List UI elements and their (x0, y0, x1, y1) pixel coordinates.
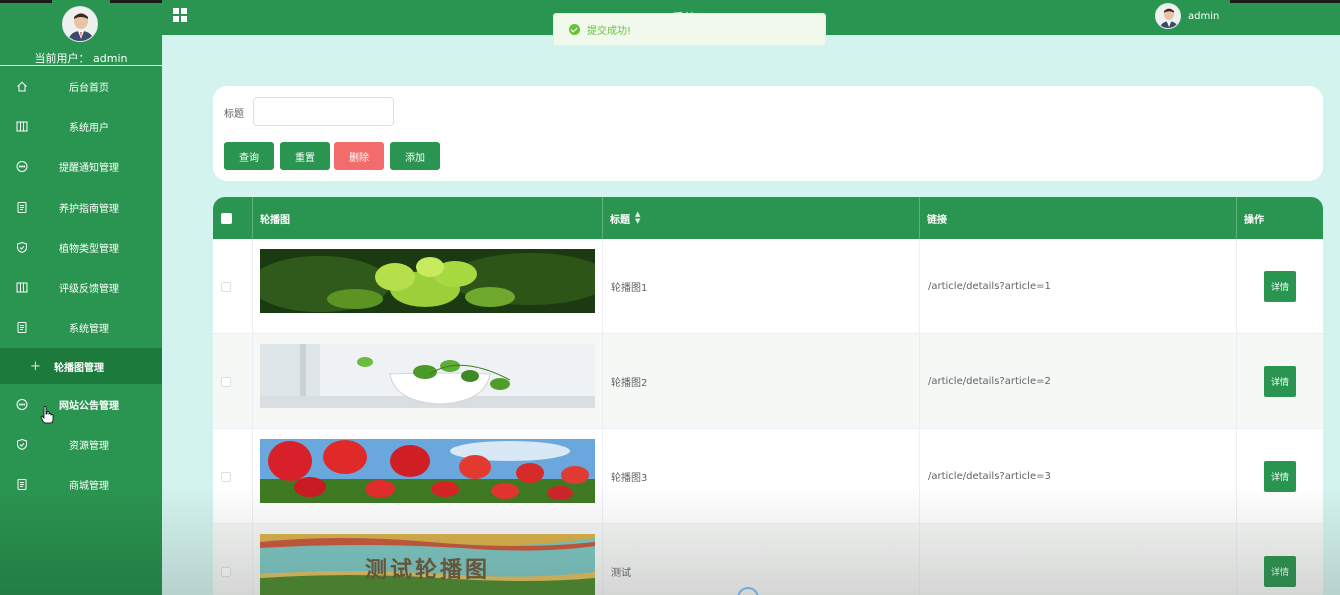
carousel-image-caption: 测试轮播图 (364, 557, 490, 583)
success-toast: 提交成功! (553, 13, 826, 46)
search-panel: 标题 查询 重置 删除 添加 (213, 86, 1323, 181)
detail-button[interactable]: 详情 (1264, 556, 1296, 587)
row-select-cell (213, 334, 253, 429)
table-header: 轮播图 标题 ▲ ▼ 链接 操作 (213, 197, 1323, 239)
chat-icon (15, 160, 28, 173)
grid-menu-icon[interactable] (173, 8, 187, 22)
column-header-image: 轮播图 (253, 197, 603, 239)
window-edge (110, 0, 162, 3)
add-button[interactable]: 添加 (390, 142, 440, 170)
sidebar-item-resources[interactable]: 资源管理 (0, 424, 162, 464)
query-button[interactable]: 查询 (224, 142, 274, 170)
row-checkbox[interactable] (221, 471, 231, 482)
link-cell: /article/details?article=2 (920, 334, 1237, 429)
sidebar: 当前用户： admin 后台首页 系统用户 提醒通知管理 养护指南管理 植物类型… (0, 0, 162, 595)
sidebar-item-label: 轮播图管理 (54, 362, 104, 374)
column-header-link: 链接 (920, 197, 1237, 239)
row-checkbox[interactable] (221, 281, 231, 292)
sidebar-item-label: 养护指南管理 (59, 203, 119, 215)
sidebar-item-label: 植物类型管理 (59, 243, 119, 255)
link-cell: /article/details?article=1 (920, 239, 1237, 334)
plus-icon: + (30, 358, 41, 374)
sidebar-item-label: 网站公告管理 (59, 400, 119, 412)
sidebar-item-plant-types[interactable]: 植物类型管理 (0, 227, 162, 267)
avatar[interactable] (62, 6, 98, 42)
sidebar-item-label: 资源管理 (69, 441, 109, 453)
table-row: 轮播图2 /article/details?article=2 详情 (213, 334, 1323, 429)
select-all-cell (213, 197, 253, 239)
link-cell: /article/details?article=3 (920, 429, 1237, 524)
sidebar-item-system-users[interactable]: 系统用户 (0, 106, 162, 146)
row-select-cell (213, 239, 253, 334)
title-filter-input[interactable] (253, 97, 394, 126)
sort-icon[interactable]: ▲ ▼ (635, 211, 640, 225)
title-cell: 测试 (603, 524, 920, 595)
row-select-cell (213, 524, 253, 595)
carousel-image (260, 344, 595, 408)
sidebar-user-panel: 当前用户： admin (0, 0, 162, 66)
sidebar-shadow (0, 485, 162, 595)
title-cell: 轮播图3 (603, 429, 920, 524)
shield-icon (15, 438, 28, 451)
delete-button[interactable]: 删除 (334, 142, 384, 170)
table-row: 测试轮播图 测试 详情 (213, 524, 1323, 595)
check-circle-icon (569, 24, 580, 35)
row-checkbox[interactable] (221, 376, 231, 387)
header-username[interactable]: admin (1188, 11, 1219, 22)
sidebar-item-notifications[interactable]: 提醒通知管理 (0, 147, 162, 187)
window-edge (1230, 0, 1340, 3)
home-icon (15, 80, 28, 93)
table-row: 轮播图3 /article/details?article=3 详情 (213, 429, 1323, 524)
link-cell (920, 524, 1237, 595)
table-row: 轮播图1 /article/details?article=1 详情 (213, 239, 1323, 334)
shield-icon (15, 241, 28, 254)
hand-cursor-icon (40, 406, 54, 427)
carousel-image: 测试轮播图 (260, 534, 595, 595)
columns-icon (15, 281, 28, 294)
column-header-title[interactable]: 标题 ▲ ▼ (603, 197, 920, 239)
document-icon (15, 201, 28, 214)
sidebar-item-announcements[interactable]: 网站公告管理 (0, 384, 162, 424)
sidebar-item-label: 系统管理 (69, 324, 109, 336)
sidebar-item-care-guide[interactable]: 养护指南管理 (0, 187, 162, 227)
column-header-actions: 操作 (1244, 214, 1264, 226)
header-avatar[interactable] (1155, 3, 1181, 29)
columns-icon (15, 120, 28, 133)
reset-button[interactable]: 重置 (280, 142, 330, 170)
current-user-label: 当前用户： admin (34, 52, 128, 65)
sidebar-item-label: 提醒通知管理 (59, 163, 119, 175)
window-edge (0, 0, 52, 3)
sidebar-item-system-management[interactable]: 系统管理 (0, 308, 162, 348)
detail-button[interactable]: 详情 (1264, 461, 1296, 492)
carousel-table: 轮播图 标题 ▲ ▼ 链接 操作 轮播图1 /article/details?a… (213, 197, 1323, 595)
document-icon (15, 321, 28, 334)
row-checkbox[interactable] (221, 566, 231, 577)
toast-message: 提交成功! (587, 26, 632, 37)
sidebar-item-home[interactable]: 后台首页 (0, 66, 162, 106)
sidebar-item-rating-feedback[interactable]: 评级反馈管理 (0, 267, 162, 307)
sidebar-item-label: 系统用户 (69, 122, 109, 134)
sidebar-subitem-carousel[interactable]: + 轮播图管理 (0, 348, 162, 385)
row-select-cell (213, 429, 253, 524)
chat-icon (15, 398, 28, 411)
detail-button[interactable]: 详情 (1264, 271, 1296, 302)
carousel-image (260, 249, 595, 313)
sidebar-item-label: 后台首页 (69, 82, 109, 94)
detail-button[interactable]: 详情 (1264, 366, 1296, 397)
title-filter-label: 标题 (224, 109, 244, 120)
title-cell: 轮播图2 (603, 334, 920, 429)
sidebar-item-label: 评级反馈管理 (59, 284, 119, 296)
column-header-title-label: 标题 (610, 214, 630, 226)
title-cell: 轮播图1 (603, 239, 920, 334)
carousel-image (260, 439, 595, 503)
select-all-checkbox[interactable] (221, 212, 232, 224)
